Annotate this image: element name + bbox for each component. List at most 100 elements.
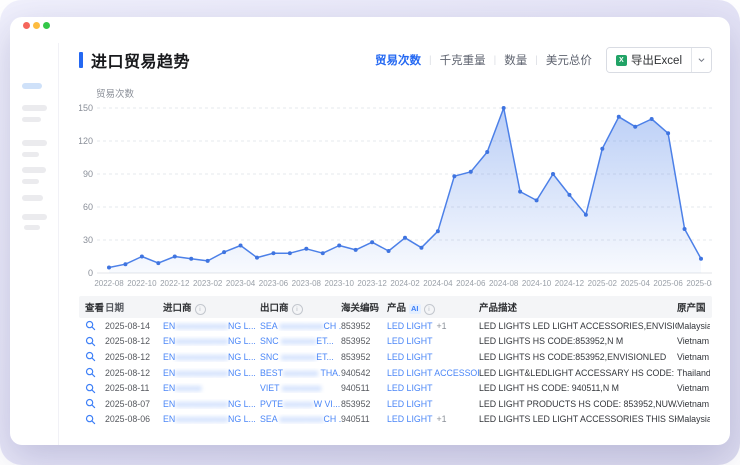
- sidebar-item[interactable]: [24, 225, 40, 230]
- table-header-row: 查看 日期 进口商i 出口商i 海关编码 产品AIi 产品描述 原产国: [79, 296, 712, 318]
- importer-link[interactable]: ENxxxxxxxxxxxxNG L...: [163, 414, 260, 424]
- exporter-link[interactable]: SNC xxxxxxxxET...: [260, 352, 341, 362]
- svg-text:120: 120: [79, 136, 93, 146]
- info-icon[interactable]: i: [195, 304, 206, 315]
- product-cell: LED LIGHT: [387, 352, 479, 362]
- tab-separator: |: [429, 55, 432, 66]
- hs-code: 940511: [341, 383, 387, 393]
- sidebar-item[interactable]: [22, 195, 43, 201]
- svg-text:2023-02: 2023-02: [193, 279, 223, 288]
- sidebar-item[interactable]: [22, 214, 47, 220]
- close-window-button[interactable]: [23, 22, 30, 29]
- svg-text:2023-04: 2023-04: [226, 279, 256, 288]
- importer-link[interactable]: ENxxxxxxxxxxxxNG L...: [163, 336, 260, 346]
- origin-country: Vietnam: [677, 336, 710, 346]
- export-excel-label: 导出Excel: [631, 52, 682, 68]
- tab-trade-count[interactable]: 贸易次数: [375, 52, 421, 68]
- info-icon[interactable]: i: [292, 304, 303, 315]
- exporter-link[interactable]: SEA xxxxxxxxxxCH ...: [260, 321, 341, 331]
- chevron-down-icon: [698, 57, 705, 63]
- hs-code: 853952: [341, 399, 387, 409]
- metric-tabs: 贸易次数| 千克重量| 数量| 美元总价: [375, 52, 592, 68]
- importer-link[interactable]: ENxxxxxxxxxxxxNG L...: [163, 352, 260, 362]
- sidebar-item[interactable]: [22, 117, 41, 122]
- table-row[interactable]: 2025-08-12 ENxxxxxxxxxxxxNG L... BESTxxx…: [79, 365, 712, 381]
- importer-link[interactable]: ENxxxxxxxxxxxxNG L...: [163, 321, 260, 331]
- exporter-link[interactable]: SNC xxxxxxxxET...: [260, 336, 341, 346]
- svg-text:2024-10: 2024-10: [522, 279, 552, 288]
- svg-text:2024-02: 2024-02: [390, 279, 420, 288]
- export-dropdown-button[interactable]: [691, 48, 711, 72]
- table-row[interactable]: 2025-08-12 ENxxxxxxxxxxxxNG L... SNC xxx…: [79, 349, 712, 365]
- product-cell: LED LIGHT +1: [387, 321, 479, 331]
- trade-trend-line-chart[interactable]: 03060901201502022-082022-102022-122023-0…: [79, 100, 712, 290]
- view-details-icon[interactable]: [85, 320, 96, 331]
- product-cell: LED LIGHT: [387, 383, 479, 393]
- product-description: LED LIGHT&LEDLIGHT ACCESSARY HS CODE: 94…: [479, 368, 677, 378]
- svg-text:2023-06: 2023-06: [259, 279, 289, 288]
- origin-country: Vietnam: [677, 352, 710, 362]
- hs-code: 853952: [341, 321, 387, 331]
- chart-unit-label: 贸易次数: [96, 86, 712, 98]
- shipment-date: 2025-08-11: [105, 383, 163, 393]
- sidebar-item-active[interactable]: [22, 83, 42, 89]
- hs-code: 853952: [341, 336, 387, 346]
- window-controls: [23, 22, 50, 29]
- table-row[interactable]: 2025-08-06 ENxxxxxxxxxxxxNG L... SEA xxx…: [79, 412, 712, 428]
- importer-link[interactable]: ENxxxxxx: [163, 383, 260, 393]
- page-header: 进口贸易趋势 贸易次数| 千克重量| 数量| 美元总价 X 导出Excel: [79, 48, 712, 72]
- export-excel-button[interactable]: X 导出Excel: [607, 48, 691, 72]
- product-link[interactable]: LED LIGHT: [387, 336, 432, 346]
- sidebar-item[interactable]: [22, 152, 39, 157]
- product-link[interactable]: LED LIGHT: [387, 383, 432, 393]
- origin-country: Thailand: [677, 368, 710, 378]
- exporter-link[interactable]: SEA xxxxxxxxxxCH ...: [260, 414, 341, 424]
- col-header-exporter: 出口商i: [260, 300, 341, 315]
- svg-text:2025-04: 2025-04: [621, 279, 651, 288]
- minimize-window-button[interactable]: [33, 22, 40, 29]
- view-details-icon[interactable]: [85, 398, 96, 409]
- table-row[interactable]: 2025-08-12 ENxxxxxxxxxxxxNG L... SNC xxx…: [79, 334, 712, 350]
- product-description: LED LIGHT HS CODE: 940511,N M: [479, 383, 677, 393]
- tab-quantity[interactable]: 数量: [504, 52, 527, 68]
- hs-code: 940542: [341, 368, 387, 378]
- product-link[interactable]: LED LIGHT: [387, 352, 432, 362]
- svg-text:2025-02: 2025-02: [588, 279, 618, 288]
- product-description: LED LIGHTS HS CODE:853952,ENVISIONLED: [479, 352, 677, 362]
- product-cell: LED LIGHT: [387, 399, 479, 409]
- origin-country: Vietnam: [677, 383, 710, 393]
- view-details-icon[interactable]: [85, 336, 96, 347]
- col-header-view: 查看: [79, 300, 105, 314]
- table-row[interactable]: 2025-08-14 ENxxxxxxxxxxxxNG L... SEA xxx…: [79, 318, 712, 334]
- view-details-icon[interactable]: [85, 351, 96, 362]
- sidebar-item[interactable]: [22, 105, 47, 111]
- maximize-window-button[interactable]: [43, 22, 50, 29]
- export-button-group: X 导出Excel: [606, 47, 712, 73]
- hs-code: 940511: [341, 414, 387, 424]
- importer-link[interactable]: ENxxxxxxxxxxxxNG L...: [163, 399, 260, 409]
- product-link[interactable]: LED LIGHT: [387, 414, 432, 424]
- product-link[interactable]: LED LIGHT: [387, 321, 432, 331]
- importer-link[interactable]: ENxxxxxxxxxxxxNG L...: [163, 368, 260, 378]
- table-row[interactable]: 2025-08-11 ENxxxxxx VIET xxxxxxxxx 94051…: [79, 380, 712, 396]
- view-details-icon[interactable]: [85, 367, 96, 378]
- product-extra-count: +1: [436, 321, 446, 331]
- tab-usd-total[interactable]: 美元总价: [546, 52, 592, 68]
- sidebar-item[interactable]: [22, 140, 47, 146]
- product-link[interactable]: LED LIGHT ACCESSORY: [387, 368, 479, 378]
- sidebar-item[interactable]: [22, 179, 39, 184]
- exporter-link[interactable]: VIET xxxxxxxxx: [260, 383, 341, 393]
- view-details-icon[interactable]: [85, 414, 96, 425]
- table-row[interactable]: 2025-08-07 ENxxxxxxxxxxxxNG L... PVTExxx…: [79, 396, 712, 412]
- info-icon[interactable]: i: [424, 304, 435, 315]
- product-link[interactable]: LED LIGHT: [387, 399, 432, 409]
- product-cell: LED LIGHT: [387, 336, 479, 346]
- svg-text:2025-06: 2025-06: [653, 279, 683, 288]
- exporter-link[interactable]: BESTxxxxxxxx THA...: [260, 368, 341, 378]
- tab-kg-weight[interactable]: 千克重量: [440, 52, 486, 68]
- exporter-link[interactable]: PVTExxxxxxxW VI...: [260, 399, 341, 409]
- view-details-icon[interactable]: [85, 383, 96, 394]
- svg-text:2024-04: 2024-04: [423, 279, 453, 288]
- sidebar-item[interactable]: [22, 167, 46, 173]
- col-header-description: 产品描述: [479, 300, 677, 314]
